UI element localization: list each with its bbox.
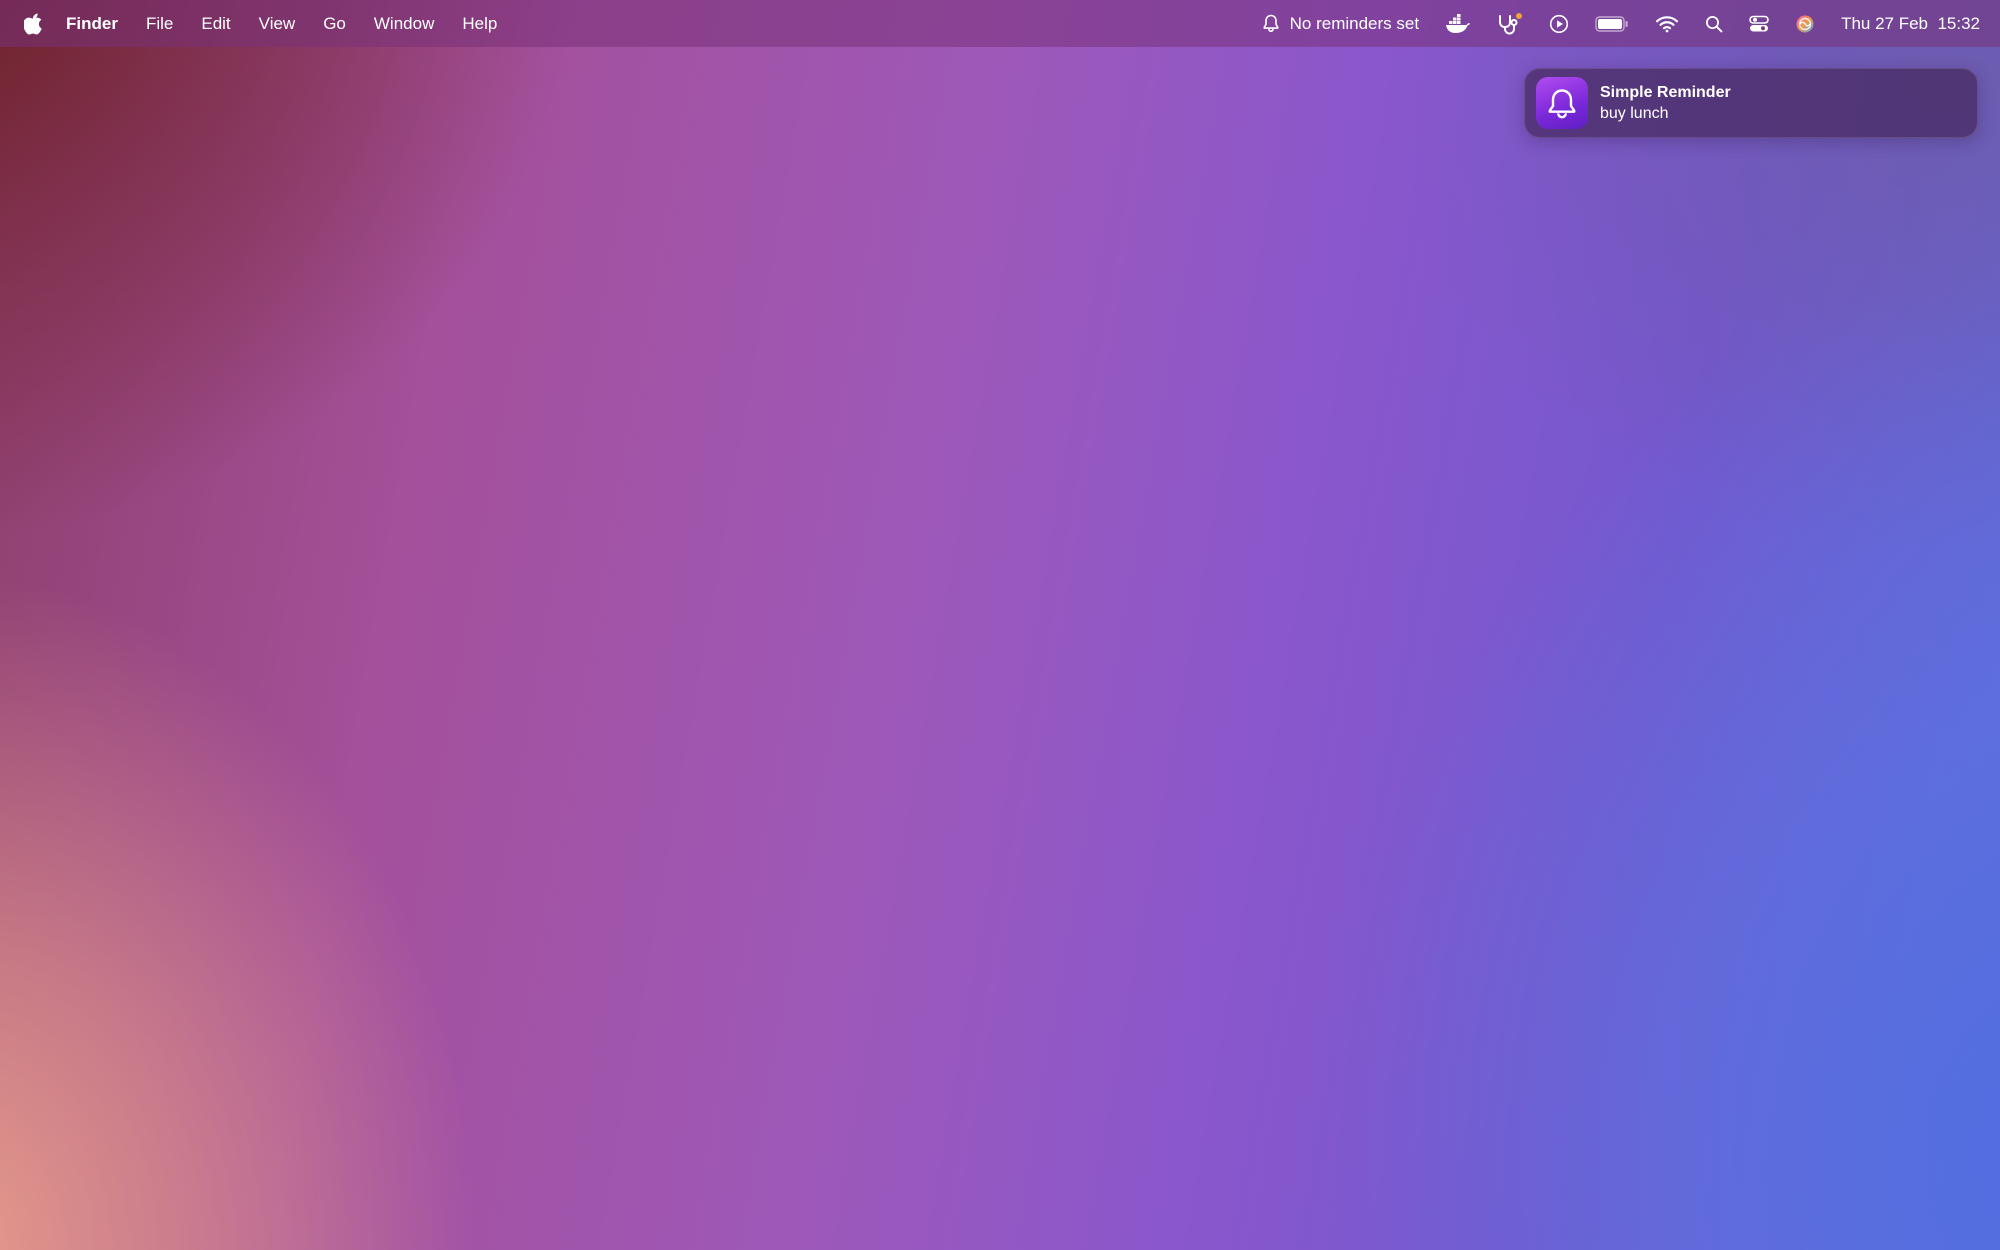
reminder-status-item[interactable]: No reminders set [1262,14,1419,34]
menu-bar-left: Finder File Edit View Go Window Help [24,13,525,35]
menu-bar-status-area: No reminders set Thu 27 Feb 15:32 [1262,12,1980,36]
bell-icon [1262,14,1280,33]
notification-body: buy lunch [1600,105,1669,122]
docker-icon[interactable] [1445,13,1471,34]
menu-bar: Finder File Edit View Go Window Help No … [0,0,2000,47]
siri-icon[interactable] [1795,14,1815,34]
reminder-status-text: No reminders set [1289,13,1420,33]
bell-icon [1548,89,1576,119]
menu-app-finder[interactable]: Finder [66,14,118,34]
notification-title: Simple Reminder [1600,84,1731,101]
notification-banner[interactable]: Simple Reminder buy lunch [1524,68,1978,138]
menu-bar-clock[interactable]: Thu 27 Feb 15:32 [1841,14,1980,34]
menu-window[interactable]: Window [374,14,434,34]
notification-content: Simple Reminder buy lunch [1600,82,1731,124]
desktop-wallpaper: Finder File Edit View Go Window Help No … [0,0,2000,1250]
menu-edit[interactable]: Edit [201,14,230,34]
play-circle-icon[interactable] [1549,14,1569,34]
menu-go[interactable]: Go [323,14,346,34]
notification-app-icon [1536,77,1588,129]
menu-file[interactable]: File [146,14,173,34]
menu-help[interactable]: Help [462,14,497,34]
wifi-icon[interactable] [1655,15,1679,33]
search-icon[interactable] [1705,15,1723,33]
battery-icon[interactable] [1595,15,1629,32]
control-center-icon[interactable] [1749,15,1769,33]
stethoscope-icon[interactable] [1497,12,1523,36]
apple-logo-icon[interactable] [24,13,44,35]
menu-view[interactable]: View [259,14,296,34]
